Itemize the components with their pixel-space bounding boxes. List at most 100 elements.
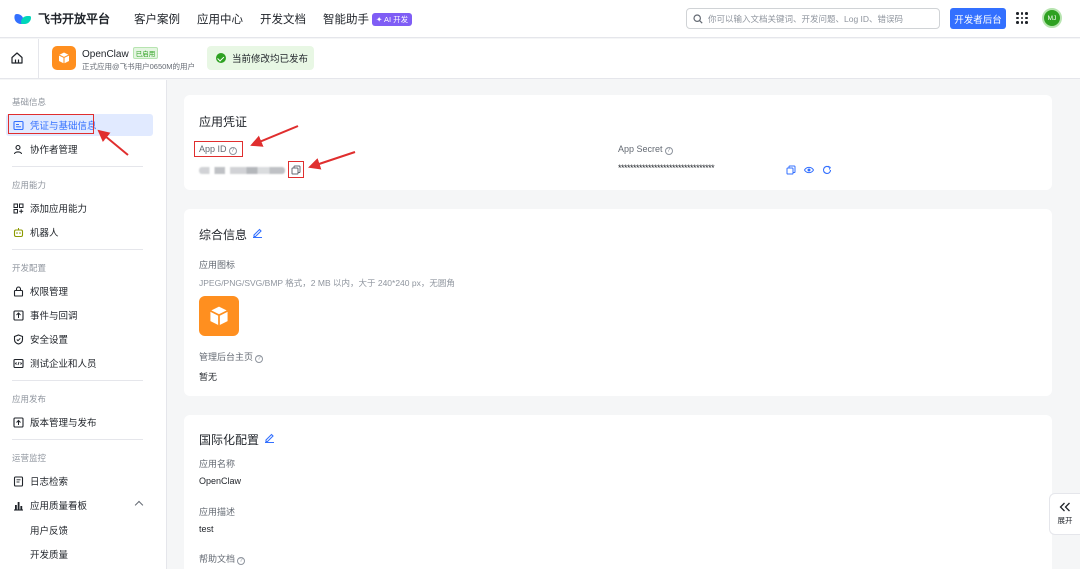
box-icon	[210, 306, 228, 326]
help-icon[interactable]: ?	[664, 147, 673, 155]
credentials-card-title: 应用凭证	[199, 115, 248, 129]
i18n-config-title: 国际化配置	[199, 433, 260, 447]
sidebar-item-robot[interactable]: 机器人	[6, 221, 153, 243]
ai-badge: ✦ AI 开发	[372, 12, 413, 26]
app-name-label: 应用名称	[199, 459, 236, 469]
nav-ai-assistant[interactable]: 智能助手 ✦ AI 开发	[323, 11, 413, 27]
app-icon-hint: JPEG/PNG/SVG/BMP 格式，2 MB 以内，大于 240*240 p…	[199, 278, 455, 288]
search-input[interactable]	[708, 13, 928, 24]
nav-dev-docs[interactable]: 开发文档	[260, 11, 306, 27]
user-avatar[interactable]: MJ	[1042, 8, 1062, 28]
robot-icon	[13, 227, 24, 237]
app-icon-large[interactable]	[199, 296, 239, 336]
feishu-logo-icon	[14, 12, 32, 26]
event-icon	[13, 309, 24, 321]
expand-panel-button[interactable]: 展开	[1049, 493, 1080, 535]
app-secret-masked: ********************************	[618, 163, 715, 173]
help-icon[interactable]: ?	[255, 355, 264, 363]
sidebar-item-version-release[interactable]: 版本管理与发布	[6, 411, 153, 433]
user-icon	[13, 144, 23, 154]
sidebar-item-test-users[interactable]: 测试企业和人员	[6, 352, 153, 374]
publish-status-badge: 当前修改均已发布	[207, 46, 314, 70]
app-header: OpenClaw 已启用 正式应用@飞书用户0650M的用户 当前修改均已发布	[0, 39, 1080, 79]
i18n-config-card: 国际化配置 应用名称 OpenClaw 应用描述 test 帮助文档?	[184, 415, 1052, 569]
apps-grid-icon[interactable]	[1016, 12, 1028, 24]
app-icon-label: 应用图标	[199, 260, 236, 270]
search-box[interactable]	[686, 8, 940, 29]
help-doc-label: 帮助文档?	[199, 552, 246, 565]
sidebar-item-collaborators[interactable]: 协作者管理	[6, 138, 153, 160]
admin-home-value: 暂无	[199, 372, 218, 382]
sidebar-section-release: 应用发布	[12, 394, 47, 404]
sidebar-item-label: 权限管理	[30, 287, 69, 298]
sidebar-subitem-dev-quality[interactable]: 开发质量	[30, 547, 68, 561]
app-status-tag: 已启用	[132, 47, 159, 59]
sidebar-subitem-user-feedback[interactable]: 用户反馈	[30, 523, 68, 537]
sidebar-item-quality-dashboard[interactable]: 应用质量看板	[6, 494, 153, 516]
app-desc-value: test	[199, 524, 214, 534]
double-chevron-left-icon	[1059, 502, 1070, 512]
app-id-value-redacted	[199, 167, 285, 174]
chart-icon	[14, 501, 23, 511]
annotation-box-credentials	[8, 114, 94, 134]
app-subtitle: 正式应用@飞书用户0650M的用户	[82, 62, 196, 71]
sidebar-item-log-search[interactable]: 日志检索	[6, 470, 153, 492]
edit-icon[interactable]	[252, 227, 263, 238]
sidebar-item-label: 测试企业和人员	[30, 359, 97, 370]
copy-icon[interactable]	[786, 165, 796, 175]
sidebar-item-label: 日志检索	[30, 477, 69, 488]
sidebar-item-security[interactable]: 安全设置	[6, 328, 153, 350]
help-doc-label-text: 帮助文档	[199, 554, 236, 564]
general-info-title: 综合信息	[199, 228, 248, 242]
admin-home-label: 管理后台主页?	[199, 350, 264, 363]
refresh-icon[interactable]	[822, 165, 832, 175]
app-icon	[52, 46, 76, 70]
edit-icon[interactable]	[264, 432, 275, 443]
sidebar-section-basic: 基础信息	[12, 97, 47, 107]
sidebar-section-dev-config: 开发配置	[12, 263, 47, 273]
sidebar-item-permissions[interactable]: 权限管理	[6, 280, 153, 302]
expand-label: 展开	[1057, 516, 1073, 525]
sidebar-item-add-capability[interactable]: 添加应用能力	[6, 197, 153, 219]
search-icon	[693, 13, 703, 24]
app-name-value: OpenClaw	[199, 476, 242, 486]
app-desc-label: 应用描述	[199, 507, 236, 517]
sidebar: 基础信息 凭证与基础信息 协作者管理 应用能力 添加应用能力 机器人 开发配置 …	[0, 80, 167, 569]
app-secret-label-text: App Secret	[618, 144, 663, 154]
help-icon[interactable]: ?	[237, 557, 246, 565]
sidebar-item-label: 应用质量看板	[30, 501, 88, 512]
check-circle-icon	[216, 53, 226, 63]
sidebar-item-label: 添加应用能力	[30, 204, 88, 215]
sidebar-item-label: 安全设置	[30, 335, 69, 346]
eye-icon[interactable]	[804, 165, 814, 175]
sidebar-item-label: 协作者管理	[30, 145, 78, 156]
sidebar-item-label: 版本管理与发布	[30, 418, 97, 429]
box-icon	[58, 52, 70, 64]
sidebar-section-capabilities: 应用能力	[12, 180, 47, 190]
general-info-card: 综合信息 应用图标 JPEG/PNG/SVG/BMP 格式，2 MB 以内，大于…	[184, 209, 1052, 396]
home-icon[interactable]	[10, 51, 24, 65]
annotation-box-copy	[288, 161, 304, 178]
sidebar-section-monitoring: 运营监控	[12, 453, 47, 463]
capability-icon	[13, 203, 24, 213]
app-name-text: OpenClaw	[82, 49, 129, 60]
app-name: OpenClaw 已启用	[82, 47, 159, 60]
publish-status-text: 当前修改均已发布	[232, 54, 309, 65]
app-secret-label: App Secret?	[618, 144, 673, 155]
nav-app-center[interactable]: 应用中心	[197, 11, 243, 27]
permission-icon	[13, 285, 24, 297]
sidebar-item-label: 机器人	[30, 228, 59, 239]
admin-home-label-text: 管理后台主页	[199, 352, 254, 362]
logo-text: 飞书开放平台	[38, 12, 111, 26]
sidebar-item-events[interactable]: 事件与回调	[6, 304, 153, 326]
credentials-card: 应用凭证 App ID? App Secret? ***************…	[184, 95, 1052, 190]
platform-logo[interactable]: 飞书开放平台	[14, 10, 110, 27]
log-icon	[13, 475, 24, 487]
dev-console-button[interactable]: 开发者后台	[950, 8, 1006, 29]
nav-ai-assistant-label: 智能助手	[323, 13, 370, 26]
upload-icon	[13, 416, 24, 428]
test-icon	[13, 358, 24, 368]
nav-customer-cases[interactable]: 客户案例	[134, 11, 180, 27]
sidebar-item-label: 事件与回调	[30, 311, 78, 322]
annotation-box-app-id	[194, 141, 243, 157]
